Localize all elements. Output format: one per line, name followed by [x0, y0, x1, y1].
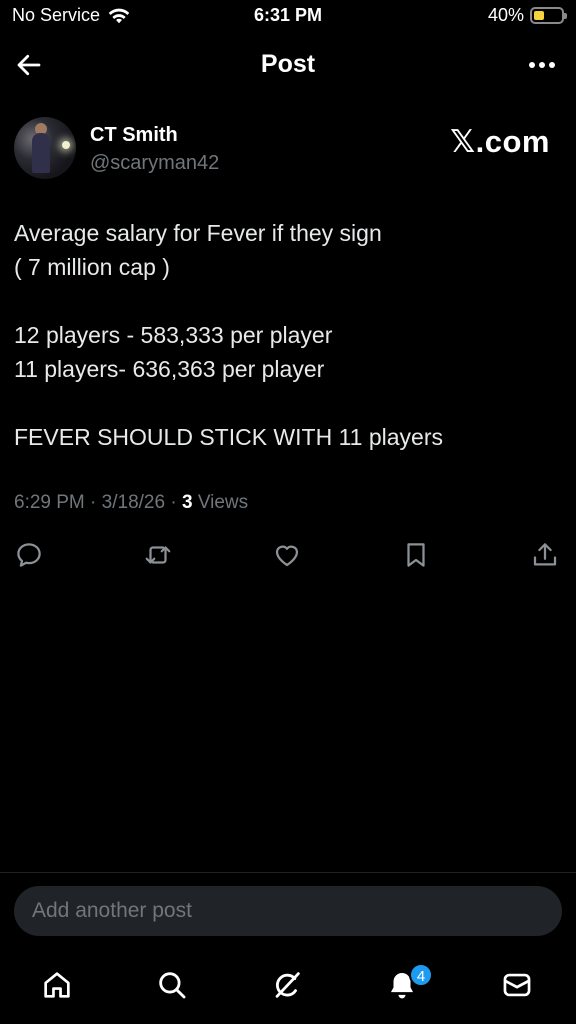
notifications-badge: 4	[409, 963, 433, 987]
views-label[interactable]: Views	[198, 492, 248, 513]
reply-icon	[17, 543, 41, 567]
like-icon	[275, 545, 299, 567]
views-count[interactable]: 3	[182, 492, 193, 513]
more-horizontal-icon	[529, 62, 555, 68]
post-line: FEVER SHOULD STICK WITH 11 players	[14, 424, 443, 450]
author-name[interactable]: CT Smith	[90, 124, 178, 147]
home-icon	[44, 972, 70, 998]
post-date: 3/18/26	[101, 492, 166, 513]
avatar-figure	[32, 133, 50, 173]
share-button[interactable]	[530, 540, 560, 570]
more-options-button[interactable]	[526, 52, 560, 78]
reply-button[interactable]	[14, 540, 44, 570]
repost-button[interactable]	[143, 540, 173, 570]
page-title: Post	[260, 50, 316, 78]
avatar[interactable]	[14, 117, 76, 179]
battery-level	[534, 11, 545, 20]
tab-search[interactable]	[155, 968, 189, 1002]
bookmark-icon	[407, 543, 425, 567]
post-line: ( 7 million cap )	[14, 254, 170, 280]
battery-icon	[530, 7, 567, 24]
status-right: 40%	[487, 5, 567, 26]
post-text: Average salary for Fever if they sign ( …	[14, 216, 554, 454]
messages-icon	[503, 973, 531, 997]
post-meta: 6:29 PM · 3/18/26 · 3 Views	[14, 492, 248, 514]
repost-icon	[145, 546, 171, 564]
share-icon	[533, 543, 557, 566]
status-bar: No Service 6:31 PM 40%	[0, 0, 576, 34]
search-icon	[159, 972, 186, 999]
tab-grok[interactable]	[270, 968, 304, 1002]
post-line: 11 players- 636,363 per player	[14, 356, 325, 382]
grok-icon	[275, 972, 300, 998]
post-time: 6:29 PM	[14, 492, 85, 513]
meta-separator: ·	[90, 492, 97, 513]
tab-home[interactable]	[40, 968, 74, 1002]
bookmark-button[interactable]	[401, 540, 431, 570]
reply-input[interactable]: Add another post	[14, 886, 562, 936]
post-actions	[0, 536, 576, 576]
meta-separator: ·	[170, 492, 177, 513]
avatar-light	[62, 141, 70, 149]
post-line: 12 players - 583,333 per player	[14, 322, 333, 348]
tab-messages[interactable]	[500, 968, 534, 1002]
author-handle[interactable]: @scaryman42	[90, 152, 219, 175]
x-logo: 𝕏.com	[450, 124, 550, 159]
battery-percent: 40%	[487, 5, 524, 25]
tab-bar	[0, 960, 576, 1016]
like-button[interactable]	[272, 540, 302, 570]
divider	[0, 872, 576, 873]
post-header: Post	[0, 40, 576, 90]
post-line: Average salary for Fever if they sign	[14, 220, 382, 246]
